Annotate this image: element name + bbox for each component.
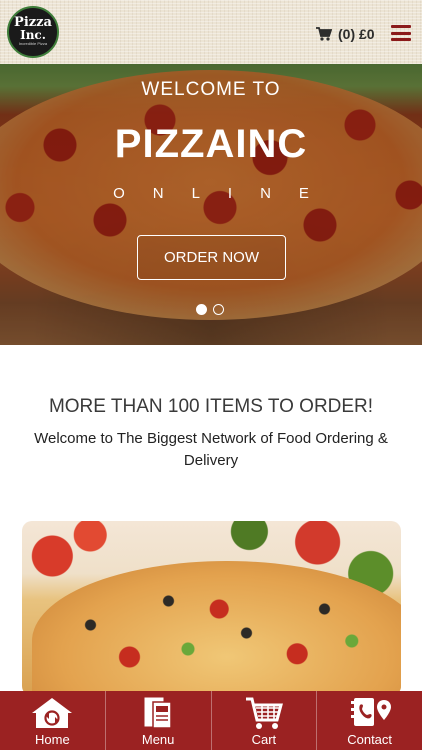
menu-book-icon bbox=[144, 697, 172, 729]
app-header: Pizza Inc. Incredible Pizza (0) £0 bbox=[0, 0, 422, 64]
logo-line3: Incredible Pizza bbox=[18, 41, 48, 46]
hero-subtitle: ONLINE bbox=[113, 185, 337, 202]
nav-contact[interactable]: Contact bbox=[316, 691, 422, 750]
carousel-dot-2[interactable] bbox=[213, 304, 224, 315]
pizza-inc-logo[interactable]: Pizza Inc. Incredible Pizza bbox=[7, 6, 59, 58]
cart-summary-button[interactable]: (0) £0 bbox=[316, 24, 375, 44]
nav-home-label: Home bbox=[35, 732, 70, 747]
hero-banner: WELCOME TO PIZZAINC ONLINE ORDER NOW bbox=[0, 64, 422, 345]
promo-pizza-image[interactable] bbox=[22, 521, 401, 696]
nav-contact-label: Contact bbox=[347, 732, 393, 747]
nav-cart[interactable]: Cart bbox=[210, 691, 317, 750]
cart-icon bbox=[316, 27, 332, 41]
nav-home[interactable]: Home bbox=[0, 691, 105, 750]
contact-icon bbox=[350, 698, 391, 726]
hamburger-icon[interactable] bbox=[391, 25, 411, 41]
nav-menu-label: Menu bbox=[141, 732, 175, 747]
cart-summary-text: (0) £0 bbox=[338, 26, 375, 42]
order-now-button[interactable]: ORDER NOW bbox=[137, 235, 286, 280]
intro-heading: MORE THAN 100 ITEMS TO ORDER! bbox=[48, 396, 374, 417]
hero-title: PIZZAINC bbox=[114, 122, 308, 166]
bottom-nav: Home Menu Cart Contact bbox=[0, 691, 422, 750]
carousel-indicators bbox=[196, 304, 224, 315]
nav-cart-label: Cart bbox=[251, 732, 277, 747]
home-icon bbox=[32, 698, 73, 728]
cart-icon bbox=[245, 697, 283, 729]
hero-welcome-text: WELCOME TO bbox=[141, 79, 281, 100]
carousel-dot-1[interactable] bbox=[196, 304, 207, 315]
logo-line2: Inc. bbox=[20, 28, 46, 42]
intro-text: Welcome to The Biggest Network of Food O… bbox=[34, 430, 388, 469]
nav-menu[interactable]: Menu bbox=[104, 691, 211, 750]
